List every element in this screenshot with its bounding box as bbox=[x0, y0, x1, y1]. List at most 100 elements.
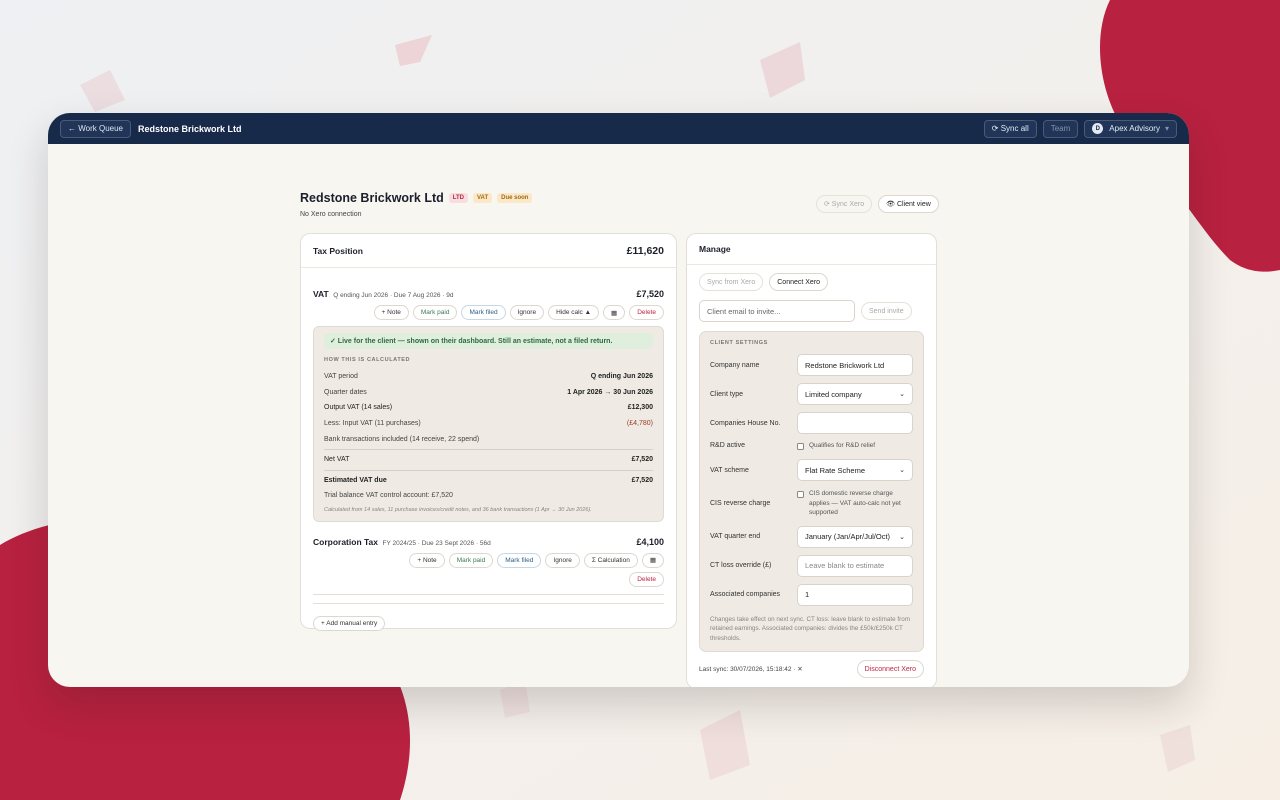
sync-from-xero-button[interactable]: Sync from Xero bbox=[699, 273, 764, 291]
calc-row-vat-period: VAT period Q ending Jun 2026 bbox=[324, 369, 653, 385]
vat-actions: + Note Mark paid Mark filed Ignore Hide … bbox=[301, 305, 676, 320]
vat-scheme-label: VAT scheme bbox=[710, 466, 749, 474]
client-type-select[interactable]: Limited company ⌄ bbox=[797, 383, 913, 405]
vat-scheme-row: VAT scheme Flat Rate Scheme ⌄ bbox=[710, 459, 913, 482]
ct-mark-filed-button[interactable]: Mark filed bbox=[497, 552, 542, 568]
ct-loss-field[interactable]: Leave blank to estimate bbox=[797, 554, 913, 577]
connect-xero-button[interactable]: Connect Xero bbox=[769, 273, 829, 291]
calc-row-input-vat: Less: Input VAT (11 purchases) (£4,780) bbox=[324, 416, 653, 432]
company-name-label: Company name bbox=[710, 361, 760, 369]
client-type-value: Limited company bbox=[805, 389, 862, 399]
vat-row: VAT Q ending Jun 2026 · Due 7 Aug 2026 ·… bbox=[301, 284, 676, 302]
vat-mark-filed-button[interactable]: Mark filed bbox=[461, 305, 506, 320]
calc-value: Q ending Jun 2026 bbox=[590, 373, 653, 381]
calc-label: VAT period bbox=[324, 373, 358, 381]
ct-loss-row: CT loss override (£) Leave blank to esti… bbox=[710, 554, 913, 577]
calc-footnote: Calculated from 14 sales, 11 purchase in… bbox=[324, 506, 592, 513]
work-queue-back-button[interactable]: ← Work Queue bbox=[60, 119, 131, 138]
chevron-down-icon: ⌄ bbox=[899, 391, 905, 398]
vat-scheme-value: Flat Rate Scheme bbox=[805, 465, 866, 475]
vat-meta: Q ending Jun 2026 · Due 7 Aug 2026 · 9d bbox=[333, 292, 454, 299]
vat-scheme-select[interactable]: Flat Rate Scheme ⌄ bbox=[797, 459, 913, 482]
vat-add-note-button[interactable]: + Note bbox=[373, 305, 409, 320]
client-settings-heading: CLIENT SETTINGS bbox=[710, 340, 768, 346]
calc-label: Output VAT (14 sales) bbox=[324, 404, 393, 412]
associated-companies-row: Associated companies 1 bbox=[710, 583, 913, 606]
vat-label: VAT bbox=[313, 289, 329, 299]
manage-card: Manage Sync from Xero Connect Xero Clien… bbox=[686, 233, 937, 687]
calc-row-net-vat: Net VAT £7,520 bbox=[324, 452, 653, 468]
vat-quarter-end-label: VAT quarter end bbox=[710, 533, 761, 541]
associated-companies-field[interactable]: 1 bbox=[797, 583, 913, 606]
calc-value: £12,300 bbox=[627, 404, 653, 412]
tax-position-total: £11,620 bbox=[626, 244, 664, 257]
manage-title: Manage bbox=[699, 244, 731, 254]
account-name: Apex Advisory bbox=[1109, 124, 1160, 133]
company-name-field[interactable]: Redstone Brickwork Ltd bbox=[797, 354, 913, 376]
calc-value: 1 Apr 2026 → 30 Jun 2026 bbox=[567, 388, 653, 396]
avatar: D bbox=[1092, 123, 1104, 134]
client-settings-panel: CLIENT SETTINGS Company name Redstone Br… bbox=[699, 331, 924, 652]
client-view-button[interactable]: 👁 Client view bbox=[878, 195, 939, 213]
account-menu-button[interactable]: D Apex Advisory ▾ bbox=[1084, 119, 1177, 138]
calc-row-bank-transactions: Bank transactions included (14 receive, … bbox=[324, 431, 653, 447]
ct-amount: £4,100 bbox=[636, 536, 664, 547]
ct-add-note-button[interactable]: + Note bbox=[409, 552, 445, 568]
team-button[interactable]: Team bbox=[1042, 119, 1079, 138]
chevron-down-icon: ▾ bbox=[1164, 124, 1169, 133]
client-type-row: Client type Limited company ⌄ bbox=[710, 383, 913, 405]
rd-active-label: R&D active bbox=[710, 442, 746, 450]
calc-label: Trial balance VAT control account: £7,52… bbox=[324, 492, 453, 500]
ct-meta: FY 2024/25 · Due 23 Sept 2026 · 56d bbox=[382, 539, 491, 547]
calc-label: Quarter dates bbox=[324, 388, 367, 396]
ct-loss-label: CT loss override (£) bbox=[710, 562, 772, 570]
calc-row-trial-balance: Trial balance VAT control account: £7,52… bbox=[324, 488, 653, 504]
chevron-down-icon: ⌄ bbox=[899, 533, 905, 541]
companies-house-field[interactable] bbox=[797, 412, 913, 434]
calc-label: Estimated VAT due bbox=[324, 476, 387, 484]
ct-mark-paid-button[interactable]: Mark paid bbox=[448, 552, 494, 568]
ct-calculation-button[interactable]: Σ Calculation bbox=[583, 552, 638, 568]
tax-position-title: Tax Position bbox=[313, 245, 363, 256]
vat-calculation-panel: ✓ Live for the client — shown on their d… bbox=[313, 326, 664, 522]
calc-label: Net VAT bbox=[324, 456, 350, 464]
rd-active-text: Qualifies for R&D relief bbox=[809, 442, 876, 449]
calc-value: (£4,780) bbox=[626, 420, 653, 428]
top-nav-bar: ← Work Queue Redstone Brickwork Ltd ⟳ Sy… bbox=[48, 113, 1189, 144]
companies-house-row: Companies House No. bbox=[710, 412, 913, 434]
rd-active-checkbox[interactable] bbox=[797, 442, 804, 450]
ct-actions: + Note Mark paid Mark filed Ignore Σ Cal… bbox=[301, 552, 676, 568]
vat-ignore-button[interactable]: Ignore bbox=[509, 305, 545, 320]
cis-checkbox[interactable] bbox=[797, 490, 804, 498]
vat-delete-button[interactable]: Delete bbox=[629, 305, 664, 320]
calendar-icon[interactable]: ▦ bbox=[641, 552, 664, 568]
disconnect-xero-button[interactable]: Disconnect Xero bbox=[856, 660, 924, 678]
companies-house-label: Companies House No. bbox=[710, 419, 781, 427]
sync-xero-button[interactable]: ⟳ Sync Xero bbox=[816, 195, 873, 213]
calc-label: Bank transactions included (14 receive, … bbox=[324, 435, 480, 443]
vat-amount: £7,520 bbox=[636, 289, 664, 299]
vat-hide-calc-button[interactable]: Hide calc ▲ bbox=[548, 305, 600, 320]
page-header: Redstone Brickwork Ltd LTD VAT Due soon … bbox=[300, 191, 533, 218]
calc-row-quarter-dates: Quarter dates 1 Apr 2026 → 30 Jun 2026 bbox=[324, 385, 653, 401]
tax-position-card: Tax Position £11,620 VAT Q ending Jun 20… bbox=[300, 233, 677, 631]
cis-text: CIS domestic reverse charge applies — VA… bbox=[809, 490, 901, 517]
company-name-row: Company name Redstone Brickwork Ltd bbox=[710, 354, 913, 376]
last-sync-text: Last sync: 30/07/2026, 15:18:42 · ✕ bbox=[699, 666, 803, 673]
badge-ltd: LTD bbox=[448, 193, 468, 203]
ct-delete-button[interactable]: Delete bbox=[629, 571, 664, 587]
client-email-input[interactable]: Client email to invite... bbox=[699, 300, 855, 322]
nav-company-title: Redstone Brickwork Ltd bbox=[137, 123, 242, 134]
sync-all-button[interactable]: ⟳ Sync all bbox=[983, 119, 1037, 138]
calendar-icon[interactable]: ▦ bbox=[603, 305, 626, 320]
app-window: ← Work Queue Redstone Brickwork Ltd ⟳ Sy… bbox=[48, 113, 1189, 687]
vat-quarter-end-row: VAT quarter end January (Jan/Apr/Jul/Oct… bbox=[710, 525, 913, 548]
add-manual-entry-button[interactable]: + Add manual entry bbox=[313, 615, 386, 631]
ct-ignore-button[interactable]: Ignore bbox=[545, 552, 580, 568]
vat-quarter-end-select[interactable]: January (Jan/Apr/Jul/Oct) ⌄ bbox=[797, 525, 913, 548]
settings-note: Changes take effect on next sync. CT los… bbox=[710, 615, 910, 642]
vat-mark-paid-button[interactable]: Mark paid bbox=[412, 305, 458, 320]
send-invite-button[interactable]: Send invite bbox=[861, 302, 912, 320]
associated-companies-label: Associated companies bbox=[710, 591, 781, 599]
calc-value: £7,520 bbox=[631, 476, 653, 484]
